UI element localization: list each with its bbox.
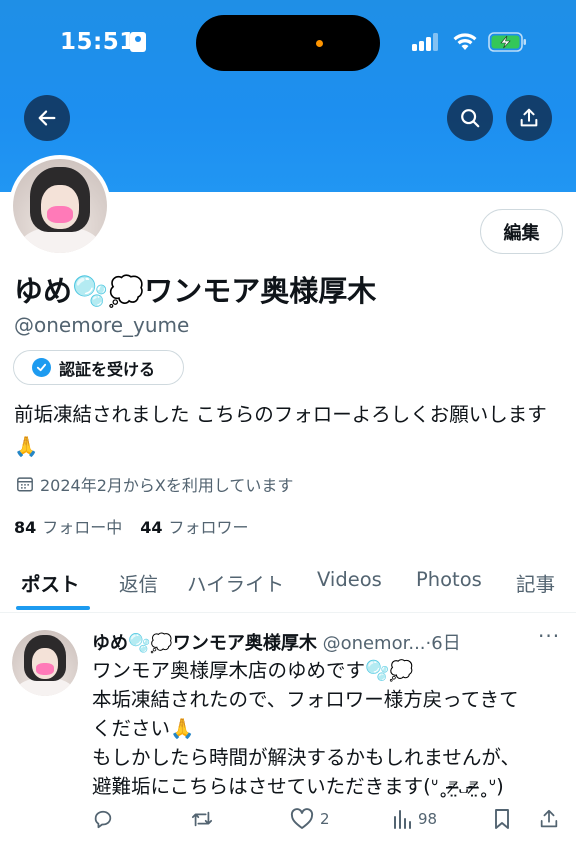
get-verified-label: 認証を受ける — [59, 359, 156, 379]
dynamic-island — [196, 15, 380, 71]
get-verified-button[interactable]: 認証を受ける — [13, 350, 184, 385]
post-text: ワンモア奥様厚木店のゆめです🫧💭 本垢凍結されたので、フォロワー様方戻ってきて … — [92, 656, 562, 801]
share-icon — [540, 809, 558, 828]
tab-photos[interactable]: Photos — [416, 568, 482, 591]
joined-date-text: 2024年2月からXを利用しています — [40, 476, 294, 495]
post-avatar[interactable] — [12, 630, 78, 696]
profile-handle: @onemore_yume — [14, 313, 190, 337]
bookmark-button[interactable] — [492, 808, 512, 830]
search-button[interactable] — [447, 95, 493, 141]
edit-profile-button[interactable]: 編集 — [480, 209, 563, 254]
battery-charging-icon — [488, 32, 528, 52]
post-more-button[interactable]: ··· — [538, 624, 560, 648]
joined-date: 2024年2月からXを利用しています — [16, 472, 293, 496]
wifi-icon — [452, 30, 478, 52]
profile-display-name: ゆめ🫧💭ワンモア奥様厚木 — [14, 274, 377, 308]
reply-button[interactable] — [92, 808, 114, 830]
followers-link[interactable]: 44 フォロワー — [140, 514, 248, 538]
views-button[interactable]: 98 — [392, 808, 437, 830]
status-bar: 15:51 — [0, 0, 576, 86]
tab-articles[interactable]: 記事 — [516, 568, 555, 597]
active-tab-indicator — [16, 606, 90, 610]
post-line: ください🙏 — [92, 717, 195, 740]
privacy-indicator-icon — [316, 40, 323, 47]
profile-tabs: ポスト 返信 ハイライト Videos Photos 記事 — [0, 558, 576, 613]
post-time: ·6日 — [425, 633, 461, 654]
tab-replies[interactable]: 返信 — [119, 568, 158, 597]
cellular-signal-icon — [412, 33, 440, 51]
tab-highlights[interactable]: ハイライト — [187, 568, 284, 597]
profile-avatar[interactable] — [9, 155, 111, 257]
share-icon — [520, 108, 538, 127]
verified-badge-icon — [32, 358, 51, 377]
post-share-button[interactable] — [538, 808, 560, 830]
post-author-handle: @onemor... — [322, 633, 426, 654]
repost-button[interactable] — [190, 808, 214, 830]
post-line: もしかしたら時間が解決するかもしれませんが、 — [92, 746, 521, 769]
like-count: 2 — [320, 810, 330, 828]
status-time: 15:51 — [60, 29, 136, 55]
tab-posts[interactable]: ポスト — [21, 568, 80, 597]
post-line: 本垢凍結されたので、フォロワー様方戻ってきて — [92, 688, 519, 711]
view-count: 98 — [418, 810, 438, 828]
post-author-name[interactable]: ゆめ🫧💭ワンモア奥様厚木 — [92, 633, 317, 654]
arrow-left-icon — [38, 110, 56, 126]
back-button[interactable] — [24, 95, 70, 141]
reply-icon — [94, 810, 112, 829]
bar-chart-icon — [394, 810, 411, 829]
follow-stats: 84 フォロー中 44 フォロワー — [14, 514, 249, 538]
share-button[interactable] — [506, 95, 552, 141]
search-icon — [461, 109, 480, 128]
heart-icon — [290, 808, 314, 829]
repost-icon — [191, 811, 213, 827]
profile-bio: 前垢凍結されました こちらのフォローよろしくお願いします🙏 — [14, 403, 547, 458]
post[interactable]: ゆめ🫧💭ワンモア奥様厚木 @onemor...·6日 ··· ワンモア奥様厚木店… — [0, 614, 576, 847]
tab-videos[interactable]: Videos — [317, 568, 382, 591]
contact-badge-icon — [130, 32, 146, 52]
calendar-icon — [17, 477, 33, 492]
post-line: 避難垢にこちらはさせていただきます(ᐡ˳⁼̴̶̷̤᎑⁼̴̶̷̤˳ᐡ) — [92, 775, 504, 798]
post-actions: 2 98 — [0, 808, 576, 838]
post-header: ゆめ🫧💭ワンモア奥様厚木 @onemor...·6日 — [92, 629, 552, 655]
bookmark-icon — [495, 809, 509, 829]
post-line: ワンモア奥様厚木店のゆめです🫧💭 — [92, 659, 414, 682]
like-button[interactable]: 2 — [290, 808, 330, 830]
following-link[interactable]: 84 フォロー中 — [14, 514, 122, 538]
